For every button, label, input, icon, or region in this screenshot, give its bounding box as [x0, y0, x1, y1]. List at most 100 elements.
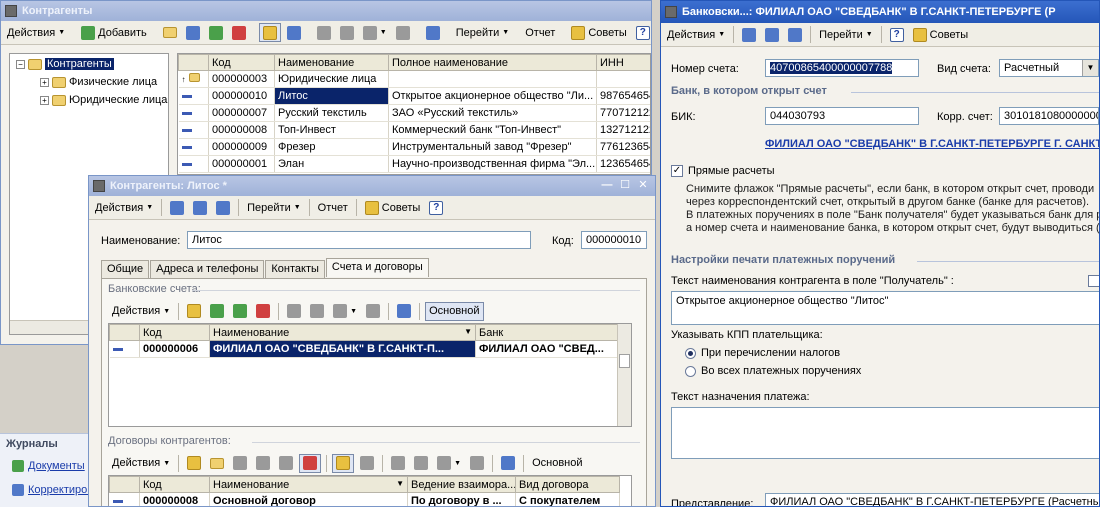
actions-menu[interactable]: Действия ▼: [92, 198, 156, 217]
kontragenty-titlebar[interactable]: Контрагенты: [1, 1, 651, 21]
edit-button[interactable]: [253, 454, 273, 473]
sort-button[interactable]: [284, 302, 304, 321]
refresh-button[interactable]: [423, 23, 443, 42]
add-button[interactable]: [184, 302, 204, 321]
forward-button[interactable]: [213, 198, 233, 217]
report-button[interactable]: Отчет: [522, 23, 558, 42]
tree-item-legal[interactable]: + Юридические лица: [40, 94, 167, 106]
goto-menu[interactable]: Перейти ▼: [453, 23, 513, 42]
edit-button[interactable]: [206, 23, 226, 42]
collapse-icon[interactable]: −: [16, 59, 25, 69]
code-field[interactable]: 000000010: [581, 231, 647, 249]
kpp-option-all[interactable]: Во всех платежных поручениях: [685, 365, 861, 377]
up-level-button[interactable]: [357, 454, 377, 473]
delete-button[interactable]: [276, 454, 296, 473]
mark-button[interactable]: [299, 453, 322, 473]
tips-button[interactable]: Советы: [910, 25, 971, 44]
goto-menu[interactable]: Перейти ▼: [244, 198, 304, 217]
scroll-thumb[interactable]: [619, 354, 630, 368]
tab-general[interactable]: Общие: [101, 260, 150, 279]
copy-button[interactable]: [230, 454, 250, 473]
expand-icon[interactable]: +: [40, 95, 49, 105]
tips-button[interactable]: Советы: [362, 198, 423, 217]
maximize-icon[interactable]: ☐: [617, 179, 633, 193]
tab-contacts[interactable]: Контакты: [265, 260, 325, 279]
tips-button[interactable]: Советы: [568, 23, 629, 42]
col-name[interactable]: Наименование: [274, 54, 389, 71]
minimize-icon[interactable]: —: [599, 179, 615, 193]
report-button[interactable]: Отчет: [315, 198, 351, 217]
clear-filter-button[interactable]: [393, 23, 413, 42]
tree-item-individuals[interactable]: + Физические лица: [40, 76, 157, 88]
close-icon[interactable]: ✕: [635, 179, 651, 193]
dropdown-arrow-icon[interactable]: ▼: [1082, 60, 1098, 76]
table-row[interactable]: 000000009 Фрезер Инструментальный завод …: [178, 138, 650, 156]
filter-list-button[interactable]: ▼: [360, 23, 390, 42]
tab-accounts-contracts[interactable]: Счета и договоры: [325, 258, 429, 277]
account-number-field[interactable]: 40700865400000007788: [765, 59, 919, 77]
add-button[interactable]: Добавить: [78, 23, 150, 42]
kpp-option-taxes[interactable]: При перечислении налогов: [685, 347, 840, 359]
forward-button[interactable]: [785, 25, 805, 44]
recipient-textarea[interactable]: Открытое акционерное общество "Литос": [671, 291, 1099, 325]
bank-link[interactable]: ФИЛИАЛ ОАО "СВЕДБАНК" В Г.САНКТ-ПЕТЕРБУР…: [765, 138, 1099, 150]
col-name[interactable]: Наименование ▼: [209, 324, 476, 341]
table-row[interactable]: 000000010 Литос Открытое акционерное общ…: [178, 87, 650, 105]
payment-purpose-textarea[interactable]: [671, 407, 1099, 459]
actions-menu[interactable]: Действия ▼: [4, 23, 68, 42]
edit-button[interactable]: [230, 302, 250, 321]
expand-icon[interactable]: +: [40, 77, 49, 87]
filter-list-button[interactable]: ▼: [330, 302, 360, 321]
hierarchy-button[interactable]: [258, 23, 281, 42]
sort-button[interactable]: [314, 23, 334, 42]
delete-button[interactable]: [253, 302, 273, 321]
table-row[interactable]: ↑ 000000003 Юридические лица: [178, 70, 650, 88]
sort-button[interactable]: [388, 454, 408, 473]
korr-account-field[interactable]: 30101810800000000: [999, 107, 1099, 125]
back-button[interactable]: [739, 25, 759, 44]
representation-field[interactable]: ФИЛИАЛ ОАО "СВЕДБАНК" В Г.САНКТ-ПЕТЕРБУР…: [765, 493, 1099, 506]
clear-filter-button[interactable]: [467, 454, 487, 473]
up-level-button[interactable]: [284, 23, 304, 42]
help-button[interactable]: ?: [887, 25, 907, 44]
refresh-button[interactable]: [498, 454, 518, 473]
table-row[interactable]: 000000008 Топ-Инвест Коммерческий банк "…: [178, 121, 650, 139]
actions-menu[interactable]: Действия ▼: [664, 25, 728, 44]
account-type-select[interactable]: Расчетный ▼: [999, 59, 1099, 77]
folder-button[interactable]: [207, 454, 227, 473]
actions-menu[interactable]: Действия ▼: [109, 454, 173, 473]
col-bank[interactable]: Банк: [475, 324, 620, 341]
add-button[interactable]: [184, 454, 204, 473]
bank-titlebar[interactable]: Банковски...: ФИЛИАЛ ОАО "СВЕДБАНК" В Г.…: [661, 1, 1099, 23]
help-button[interactable]: ?: [633, 23, 651, 42]
hierarchy-button[interactable]: [332, 453, 355, 473]
structure-button[interactable]: [762, 25, 782, 44]
litos-titlebar[interactable]: Контрагенты: Литос * — ☐ ✕: [89, 176, 655, 196]
journal-item-documents[interactable]: Документы: [12, 460, 85, 472]
table-row[interactable]: 000000006 ФИЛИАЛ ОАО "СВЕДБАНК" В Г.САНК…: [109, 340, 620, 358]
actions-menu[interactable]: Действия ▼: [109, 302, 173, 321]
recipient-checkbox[interactable]: [1088, 275, 1099, 287]
col-inn[interactable]: ИНН: [596, 54, 650, 71]
col-name[interactable]: Наименование ▼: [209, 476, 408, 493]
refresh-button[interactable]: [394, 302, 414, 321]
goto-menu[interactable]: Перейти ▼: [816, 25, 876, 44]
col-settlement[interactable]: Ведение взаимора...: [407, 476, 516, 493]
filter-list-button[interactable]: ▼: [434, 454, 464, 473]
set-main-button[interactable]: Основной: [529, 454, 585, 473]
set-main-button[interactable]: Основной: [425, 301, 484, 321]
copy-button[interactable]: [207, 302, 227, 321]
back-button[interactable]: [167, 198, 187, 217]
table-row[interactable]: 000000008 Основной договор По договору в…: [109, 492, 620, 506]
col-fullname[interactable]: Полное наименование: [388, 54, 597, 71]
filter-button[interactable]: [307, 302, 327, 321]
table-row[interactable]: 000000007 Русский текстиль ЗАО «Русский …: [178, 104, 650, 122]
col-code[interactable]: Код: [208, 54, 275, 71]
structure-button[interactable]: [190, 198, 210, 217]
col-contract-type[interactable]: Вид договора: [515, 476, 620, 493]
new-folder-button[interactable]: [160, 23, 180, 42]
col-code[interactable]: Код: [139, 324, 210, 341]
tree-item-root[interactable]: − Контрагенты: [16, 58, 114, 70]
table-row[interactable]: 000000001 Элан Научно-производственная ф…: [178, 155, 650, 173]
col-code[interactable]: Код: [139, 476, 210, 493]
